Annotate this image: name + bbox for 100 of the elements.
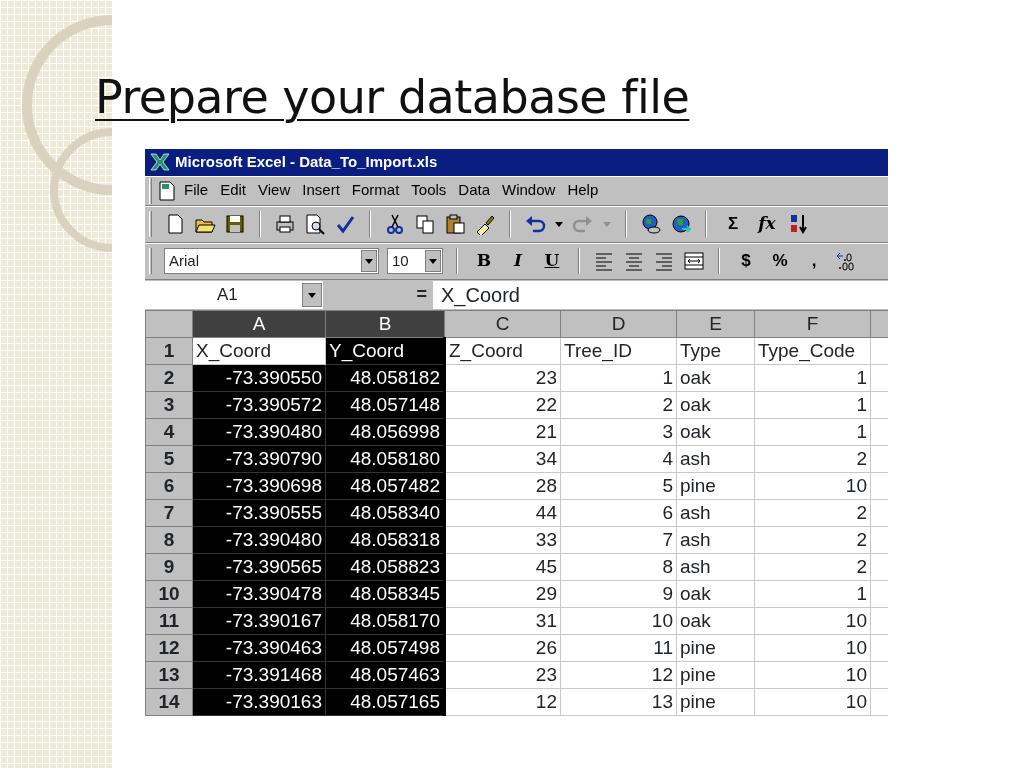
table-cell: 48.057148 (325, 391, 445, 419)
table-cell: 23 (444, 661, 561, 689)
table-cell: oak (676, 391, 755, 419)
bold-button[interactable]: B (471, 248, 497, 274)
table-cell: -73.390463 (192, 634, 326, 662)
table-cell: 26 (444, 634, 561, 662)
table-cell: 2 (754, 553, 871, 581)
table-cell: Tree_ID (560, 337, 677, 365)
paintbrush-icon[interactable] (474, 213, 496, 236)
clipboard-icon[interactable] (444, 213, 466, 236)
table-cell: 28 (444, 472, 561, 500)
menu-item[interactable]: Data (452, 177, 497, 204)
menu-item[interactable]: File (178, 177, 215, 204)
scissors-icon[interactable] (384, 213, 406, 236)
sort-ascending-icon[interactable] (788, 213, 810, 236)
column-header[interactable]: D (560, 310, 677, 338)
column-header[interactable]: C (444, 310, 561, 338)
table-cell: 48.058170 (325, 607, 445, 635)
table-cell: 23 (444, 364, 561, 392)
table-cell: 48.058180 (325, 445, 445, 473)
table-cell: pine (676, 661, 755, 689)
table-cell: 3 (560, 418, 677, 446)
menu-item[interactable]: Help (561, 177, 605, 204)
menu-item[interactable]: Edit (214, 177, 253, 204)
table-cell: ash (676, 499, 755, 527)
copy-icon[interactable] (414, 213, 436, 236)
italic-button[interactable]: I (505, 248, 531, 274)
table-cell: oak (676, 364, 755, 392)
globe-icon[interactable] (640, 213, 662, 236)
table-cell: 2 (754, 499, 871, 527)
menu-item[interactable]: View (252, 177, 297, 204)
table-cell: 10 (754, 472, 871, 500)
table-cell: 44 (444, 499, 561, 527)
table-cell: 1 (754, 364, 871, 392)
table-cell: Type (676, 337, 755, 365)
name-box[interactable]: A1 (145, 280, 323, 309)
table-cell: 31 (444, 607, 561, 635)
row-header[interactable]: 9 (145, 553, 193, 581)
table-cell: -73.390790 (192, 445, 326, 473)
table-cell: 6 (560, 499, 677, 527)
align-right-icon[interactable] (653, 250, 675, 273)
row-header[interactable]: 11 (145, 607, 193, 635)
font-name-field[interactable]: Arial (164, 248, 379, 275)
row-header[interactable]: 10 (145, 580, 193, 608)
spelling-check-icon[interactable] (334, 213, 356, 236)
table-cell: 10 (560, 607, 677, 635)
merge-center-icon[interactable] (683, 250, 705, 273)
table-cell: -73.390480 (192, 418, 326, 446)
underline-button[interactable]: U (539, 248, 565, 274)
row-header[interactable]: 6 (145, 472, 193, 500)
column-header[interactable]: F (754, 310, 871, 338)
table-cell: 48.057482 (325, 472, 445, 500)
equals-sign: = (415, 283, 428, 307)
globe-icon[interactable] (670, 213, 692, 236)
column-header[interactable]: E (676, 310, 755, 338)
menu-item[interactable]: Insert (296, 177, 346, 204)
table-cell: 1 (754, 418, 871, 446)
menu-item[interactable]: Window (496, 177, 562, 204)
row-header[interactable]: 8 (145, 526, 193, 554)
increase-decimal-icon[interactable] (835, 250, 857, 273)
align-left-icon[interactable] (593, 250, 615, 273)
table-cell: 48.058318 (325, 526, 445, 554)
table-cell: pine (676, 688, 755, 716)
font-size-field[interactable]: 10 (387, 248, 443, 275)
percent-button[interactable]: % (767, 248, 793, 274)
table-cell: 48.058823 (325, 553, 445, 581)
formula-field[interactable]: X_Coord (433, 280, 888, 309)
table-cell: -73.390167 (192, 607, 326, 635)
row-header[interactable]: 7 (145, 499, 193, 527)
print-preview-icon[interactable] (304, 213, 326, 236)
printer-icon[interactable] (274, 213, 296, 236)
row-header[interactable]: 13 (145, 661, 193, 689)
row-header[interactable]: 2 (145, 364, 193, 392)
align-center-icon[interactable] (623, 250, 645, 273)
row-header[interactable]: 14 (145, 688, 193, 716)
menu-item[interactable]: Tools (405, 177, 453, 204)
table-cell: Type_Code (754, 337, 871, 365)
currency-button[interactable]: $ (733, 248, 759, 274)
table-cell: ash (676, 553, 755, 581)
row-header[interactable]: 4 (145, 418, 193, 446)
table-cell: 7 (560, 526, 677, 554)
row-header[interactable]: 5 (145, 445, 193, 473)
row-header[interactable]: 1 (145, 337, 193, 365)
table-cell: -73.390555 (192, 499, 326, 527)
document-icon[interactable] (156, 179, 178, 202)
table-cell: 48.057165 (325, 688, 445, 716)
table-cell: 10 (754, 607, 871, 635)
table-cell: 22 (444, 391, 561, 419)
row-header[interactable]: 3 (145, 391, 193, 419)
column-header[interactable]: A (192, 310, 326, 338)
autosum-button[interactable]: Σ (720, 211, 746, 237)
column-header[interactable]: B (325, 310, 445, 338)
menu-item[interactable]: Format (345, 177, 406, 204)
table-cell: 2 (754, 445, 871, 473)
table-cell: 12 (444, 688, 561, 716)
row-header[interactable]: 12 (145, 634, 193, 662)
function-button[interactable]: fx (754, 211, 780, 237)
comma-button[interactable]: , (801, 248, 827, 274)
table-cell: 2 (560, 391, 677, 419)
table-cell: 48.057463 (325, 661, 445, 689)
